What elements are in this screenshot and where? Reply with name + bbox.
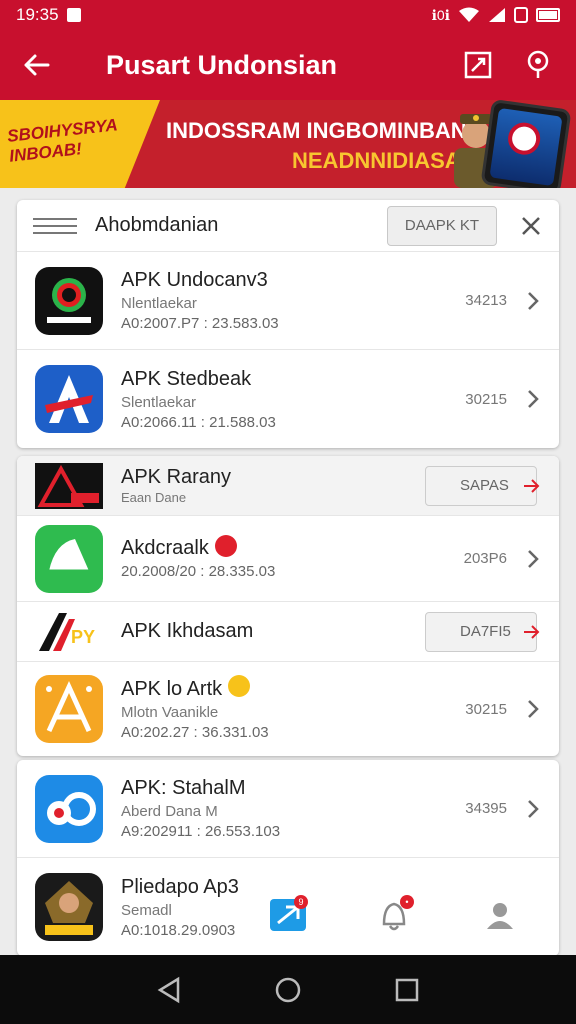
back-button[interactable] — [16, 45, 56, 85]
game-logo-icon — [35, 873, 103, 941]
menu-icon[interactable] — [33, 217, 77, 234]
featured-action-label: DA7FI5 — [460, 623, 511, 640]
blue-a-logo-icon — [35, 365, 103, 433]
cell-signal-icon — [489, 8, 505, 22]
user-icon — [487, 903, 513, 929]
app-name: APK: StahalM — [121, 777, 246, 799]
nav-badge: • — [400, 895, 414, 909]
app-subtitle: Slentlaekar — [121, 393, 197, 411]
nav-messages-button[interactable]: 9 — [266, 893, 310, 937]
edit-button[interactable] — [456, 43, 500, 87]
status-signal-text: ℹ0ℹ — [431, 6, 450, 23]
location-button[interactable] — [516, 43, 560, 87]
app-date: A0:202.27 : 36.331.03 — [121, 723, 269, 741]
list-item[interactable]: APK lo Artk Mlotn Vaanikle A0:202.27 : 3… — [17, 662, 559, 756]
sim-icon — [514, 7, 528, 23]
app-subtitle: Eaan Dane — [121, 490, 187, 505]
chevron-right-icon — [528, 549, 539, 568]
brand-logo-dark-icon — [35, 266, 103, 335]
green-app-icon — [35, 524, 103, 593]
bottom-nav: 9 • — [220, 880, 550, 950]
app-subtitle: Mlotn Vaanikle — [121, 703, 219, 721]
promo-banner[interactable]: SBOIHYSRYA INBOAB! INDOSSRAM INGBOMINBAN… — [0, 100, 576, 188]
arrow-left-icon — [24, 54, 50, 76]
orange-a-logo-icon — [35, 675, 103, 743]
status-time: 19:35 — [16, 5, 59, 24]
location-pin-icon — [527, 50, 549, 78]
app-size: 34213 — [465, 292, 507, 309]
app-size: 203P6 — [463, 550, 507, 567]
app-date: A0:2066.11 : 21.588.03 — [121, 413, 276, 431]
featured-action-button[interactable]: SAPAS — [425, 465, 540, 506]
system-navigation-bar — [0, 955, 576, 1024]
arrow-right-icon — [524, 624, 540, 639]
close-button[interactable] — [519, 214, 543, 238]
app-list-card: APK Rarany Eaan Dane SAPAS Akdcraalk 20.… — [17, 456, 559, 756]
nav-notifications-button[interactable]: • — [372, 893, 416, 937]
list-item[interactable]: APK Stedbeak Slentlaekar A0:2066.11 : 21… — [17, 350, 559, 448]
wifi-icon — [459, 7, 479, 22]
banner-headline: INDOSSRAM INGBOMINBAN — [166, 118, 467, 143]
badge-icon — [214, 534, 237, 557]
app-name: APK Ikhdasam — [121, 620, 254, 642]
app-name: APK Undocanv3 — [121, 269, 268, 291]
close-icon — [522, 216, 540, 235]
app-date: A0:2007.P7 : 23.583.03 — [121, 315, 279, 332]
chevron-right-icon — [528, 700, 539, 718]
list-header-label: Ahobmdanian — [95, 214, 219, 236]
battery-icon — [536, 8, 560, 22]
app-list-card: Ahobmdanian DAAPK KT APK Undocanv3 Nlent… — [17, 200, 559, 448]
home-circle-icon[interactable] — [274, 976, 302, 1004]
app-date: 20.2008/20 : 28.335.03 — [121, 563, 276, 580]
app-name: APK Rarany — [121, 466, 232, 488]
chevron-right-icon — [528, 799, 539, 818]
recents-square-icon[interactable] — [394, 977, 420, 1003]
app-subtitle: Nlentlaekar — [121, 295, 197, 312]
featured-item[interactable]: PY APK Ikhdasam DA7FI5 — [17, 602, 559, 662]
app-name: Akdcraalk — [121, 534, 464, 560]
apk-logo-icon: PY — [35, 609, 103, 655]
featured-action-button[interactable]: DA7FI5 — [425, 611, 540, 652]
nav-profile-button[interactable] — [478, 893, 522, 937]
arrow-right-icon — [524, 478, 540, 493]
app-bar: Pusart Undonsian — [0, 30, 576, 100]
list-item[interactable]: Akdcraalk 20.2008/20 : 28.335.03 203P6 — [17, 516, 559, 602]
featured-action-label: SAPAS — [460, 477, 509, 494]
app-name: APK lo Artk — [121, 675, 465, 701]
status-bar: 19:35 ℹ0ℹ — [0, 0, 576, 30]
badge-icon — [228, 675, 251, 698]
dark-triangle-logo-icon — [35, 462, 103, 509]
app-size: 30215 — [465, 390, 507, 408]
chevron-right-icon — [528, 291, 539, 310]
app-name: APK Stedbeak — [121, 367, 252, 390]
list-item[interactable]: APK Undocanv3 Nlentlaekar A0:2007.P7 : 2… — [17, 252, 559, 350]
blue-b-logo-icon — [35, 774, 103, 843]
list-header: Ahobmdanian DAAPK KT — [17, 200, 559, 252]
download-all-button[interactable]: DAAPK KT — [387, 205, 497, 246]
app-size: 34395 — [465, 800, 507, 817]
notification-icon — [66, 8, 81, 22]
page-title: Pusart Undonsian — [106, 49, 338, 80]
featured-item[interactable]: APK Rarany Eaan Dane SAPAS — [17, 456, 559, 516]
svg-text:PY: PY — [71, 627, 95, 647]
list-item[interactable]: APK: StahalM Aberd Dana M A9:202911 : 26… — [17, 760, 559, 858]
app-date: A9:202911 : 26.553.103 — [121, 823, 281, 840]
app-subtitle: Aberd Dana M — [121, 803, 218, 820]
app-size: 30215 — [465, 700, 507, 718]
chevron-right-icon — [528, 390, 539, 408]
edit-box-icon — [464, 51, 492, 79]
back-triangle-icon[interactable] — [156, 976, 182, 1004]
nav-badge: 9 — [294, 895, 308, 909]
phone-illustration-icon — [480, 100, 572, 188]
